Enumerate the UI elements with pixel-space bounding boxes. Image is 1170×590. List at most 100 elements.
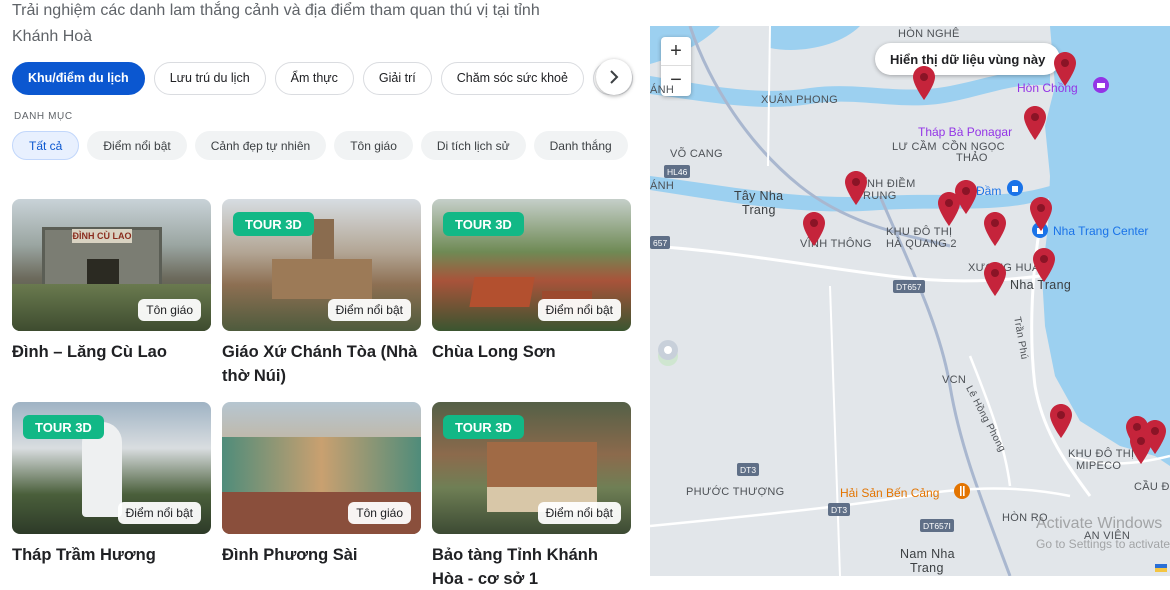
place-card[interactable]: Tôn giáo Đình Phương Sài: [222, 402, 421, 590]
chip-landmarks[interactable]: Danh thắng: [533, 131, 628, 160]
zoom-in-button[interactable]: +: [661, 37, 691, 66]
os-watermark-title: Activate Windows: [1036, 515, 1163, 532]
place-photo: Tôn giáo: [222, 402, 421, 534]
place-photo: TOUR 3D Điểm nổi bật: [432, 199, 631, 331]
os-watermark-subtitle: Go to Settings to activate: [1036, 537, 1170, 551]
place-title: Tháp Trầm Hương: [12, 546, 156, 564]
place-photo: TOUR 3D Điểm nổi bật: [12, 402, 211, 534]
category-tag: Điểm nổi bật: [537, 299, 621, 321]
map-label: ÁNH: [650, 84, 675, 96]
map-label: PHƯỚC THƯỢNG: [686, 486, 785, 498]
place-pin-icon[interactable]: [1050, 404, 1072, 438]
flag-icon: [1155, 564, 1167, 572]
map-label: VCN: [942, 374, 967, 386]
tour-3d-badge: TOUR 3D: [443, 415, 524, 439]
place-pin-icon[interactable]: [1130, 430, 1152, 464]
place-title: Giáo Xứ Chánh Tòa (Nhà thờ Núi): [222, 343, 418, 385]
shopping-icon: [1007, 180, 1023, 196]
results-panel: Trải nghiệm các danh lam thắng cảnh và đ…: [0, 0, 650, 590]
map-label: CẦU ĐÁ: [1134, 481, 1170, 493]
place-title: Bảo tàng Tỉnh Khánh Hòa - cơ sở 1: [432, 546, 598, 588]
subcategory-chips: Tất cả Điểm nổi bật Cảnh đẹp tự nhiên Tô…: [12, 131, 637, 161]
road-shield: 657: [650, 236, 671, 249]
category-tag: Điểm nổi bật: [537, 502, 621, 524]
chip-religion[interactable]: Tôn giáo: [334, 131, 413, 160]
chip-all[interactable]: Tất cả: [12, 131, 80, 160]
chip-historic-sites[interactable]: Di tích lịch sử: [420, 131, 526, 160]
map-label-nha-trang-center[interactable]: Nha Trang Center: [1053, 224, 1148, 238]
road-shield: DT657: [893, 280, 925, 293]
map-label: Nam Nha: [900, 547, 955, 561]
place-pin-icon[interactable]: [1033, 248, 1055, 282]
place-title: Chùa Long Sơn: [432, 343, 556, 361]
place-pin-icon[interactable]: [1030, 197, 1052, 231]
tour-3d-badge: TOUR 3D: [443, 212, 524, 236]
tour-3d-badge: TOUR 3D: [23, 415, 104, 439]
road-shield: DT657I: [920, 519, 954, 532]
places-grid: ĐÌNH CÙ LAO Tôn giáo Đình – Lăng Cù Lao …: [12, 199, 632, 590]
show-area-data-button[interactable]: Hiển thị dữ liệu vùng này: [875, 43, 1061, 75]
subcategory-heading: DANH MỤC: [14, 111, 73, 122]
gear-icon: [658, 340, 678, 360]
category-tag: Tôn giáo: [348, 502, 411, 524]
place-card[interactable]: TOUR 3D Điểm nổi bật Giáo Xứ Chánh Tòa (…: [222, 199, 421, 402]
scroll-right-button[interactable]: [596, 59, 632, 95]
place-title: Đình Phương Sài: [222, 546, 358, 564]
map-label: MIPECO: [1076, 460, 1122, 472]
map-label: VÕ CANG: [670, 148, 723, 160]
place-pin-icon[interactable]: [984, 212, 1006, 246]
map-label: HÀ QUANG 2: [886, 238, 957, 250]
map-label-dam[interactable]: Đầm: [976, 184, 1001, 198]
place-pin-icon[interactable]: [984, 262, 1006, 296]
place-title: Đình – Lăng Cù Lao: [12, 343, 167, 361]
map-view[interactable]: + − Hiển thị dữ liệu vùng này HÒN NGHÊ Á…: [650, 26, 1170, 576]
category-tab-food[interactable]: Ẩm thực: [274, 61, 354, 95]
chip-natural-scenery[interactable]: Cảnh đẹp tự nhiên: [194, 131, 327, 160]
map-label: KHU ĐÔ THỊ: [1068, 448, 1135, 460]
gate-sign: ĐÌNH CÙ LAO: [72, 229, 132, 243]
category-tab-accommodation[interactable]: Lưu trú du lịch: [153, 61, 266, 95]
intro-text: Trải nghiệm các danh lam thắng cảnh và đ…: [12, 0, 632, 50]
place-pin-icon[interactable]: [913, 66, 935, 100]
place-card[interactable]: TOUR 3D Điểm nổi bật Chùa Long Sơn: [432, 199, 631, 402]
map-label: Tây Nha: [734, 189, 784, 203]
restaurant-icon: [954, 483, 970, 499]
map-label-hai-san[interactable]: Hải Sản Bến Cảng: [840, 486, 939, 500]
place-card[interactable]: TOUR 3D Điểm nổi bật Bảo tàng Tỉnh Khánh…: [432, 402, 631, 590]
chevron-right-icon: [610, 70, 619, 84]
map-label-ponagar[interactable]: Tháp Bà Ponagar: [918, 125, 1012, 139]
category-tag: Điểm nổi bật: [327, 299, 411, 321]
map-label: Trang: [742, 203, 776, 217]
intro-line-2: Khánh Hoà: [12, 28, 93, 45]
map-label: KHU ĐÔ THỊ: [886, 226, 953, 238]
category-tag: Tôn giáo: [138, 299, 201, 321]
place-photo: TOUR 3D Điểm nổi bật: [432, 402, 631, 534]
category-tab-wellness[interactable]: Chăm sóc sức khoẻ: [440, 61, 584, 95]
place-pin-icon[interactable]: [803, 212, 825, 246]
map-label: HÒN NGHÊ: [898, 28, 960, 40]
place-card[interactable]: TOUR 3D Điểm nổi bật Tháp Trầm Hương: [12, 402, 211, 590]
place-pin-icon[interactable]: [938, 192, 960, 226]
attraction-icon: [1093, 77, 1109, 93]
category-tabs: Khu/điểm du lịch Lưu trú du lịch Ẩm thực…: [12, 61, 637, 95]
category-tag: Điểm nổi bật: [117, 502, 201, 524]
category-tab-tourist-spot[interactable]: Khu/điểm du lịch: [12, 61, 145, 95]
tour-3d-badge: TOUR 3D: [233, 212, 314, 236]
map-label: LƯ CẦM: [892, 141, 937, 153]
map-label: THẢO: [956, 152, 988, 164]
map-label: ÁNH: [650, 180, 675, 192]
category-tab-entertainment[interactable]: Giải trí: [362, 61, 432, 95]
intro-line-1: Trải nghiệm các danh lam thắng cảnh và đ…: [12, 2, 540, 19]
chip-highlights[interactable]: Điểm nổi bật: [87, 131, 187, 160]
road-shield: HL46: [664, 165, 691, 178]
road-shield: DT3: [828, 503, 851, 516]
place-pin-icon[interactable]: [845, 171, 867, 205]
place-pin-icon[interactable]: [1054, 52, 1076, 86]
road-shield: DT3: [737, 463, 760, 476]
place-photo: ĐÌNH CÙ LAO Tôn giáo: [12, 199, 211, 331]
place-card[interactable]: ĐÌNH CÙ LAO Tôn giáo Đình – Lăng Cù Lao: [12, 199, 211, 402]
map-label: XUÂN PHONG: [761, 94, 838, 106]
map-label: Trang: [910, 561, 944, 575]
place-photo: TOUR 3D Điểm nổi bật: [222, 199, 421, 331]
place-pin-icon[interactable]: [1024, 106, 1046, 140]
